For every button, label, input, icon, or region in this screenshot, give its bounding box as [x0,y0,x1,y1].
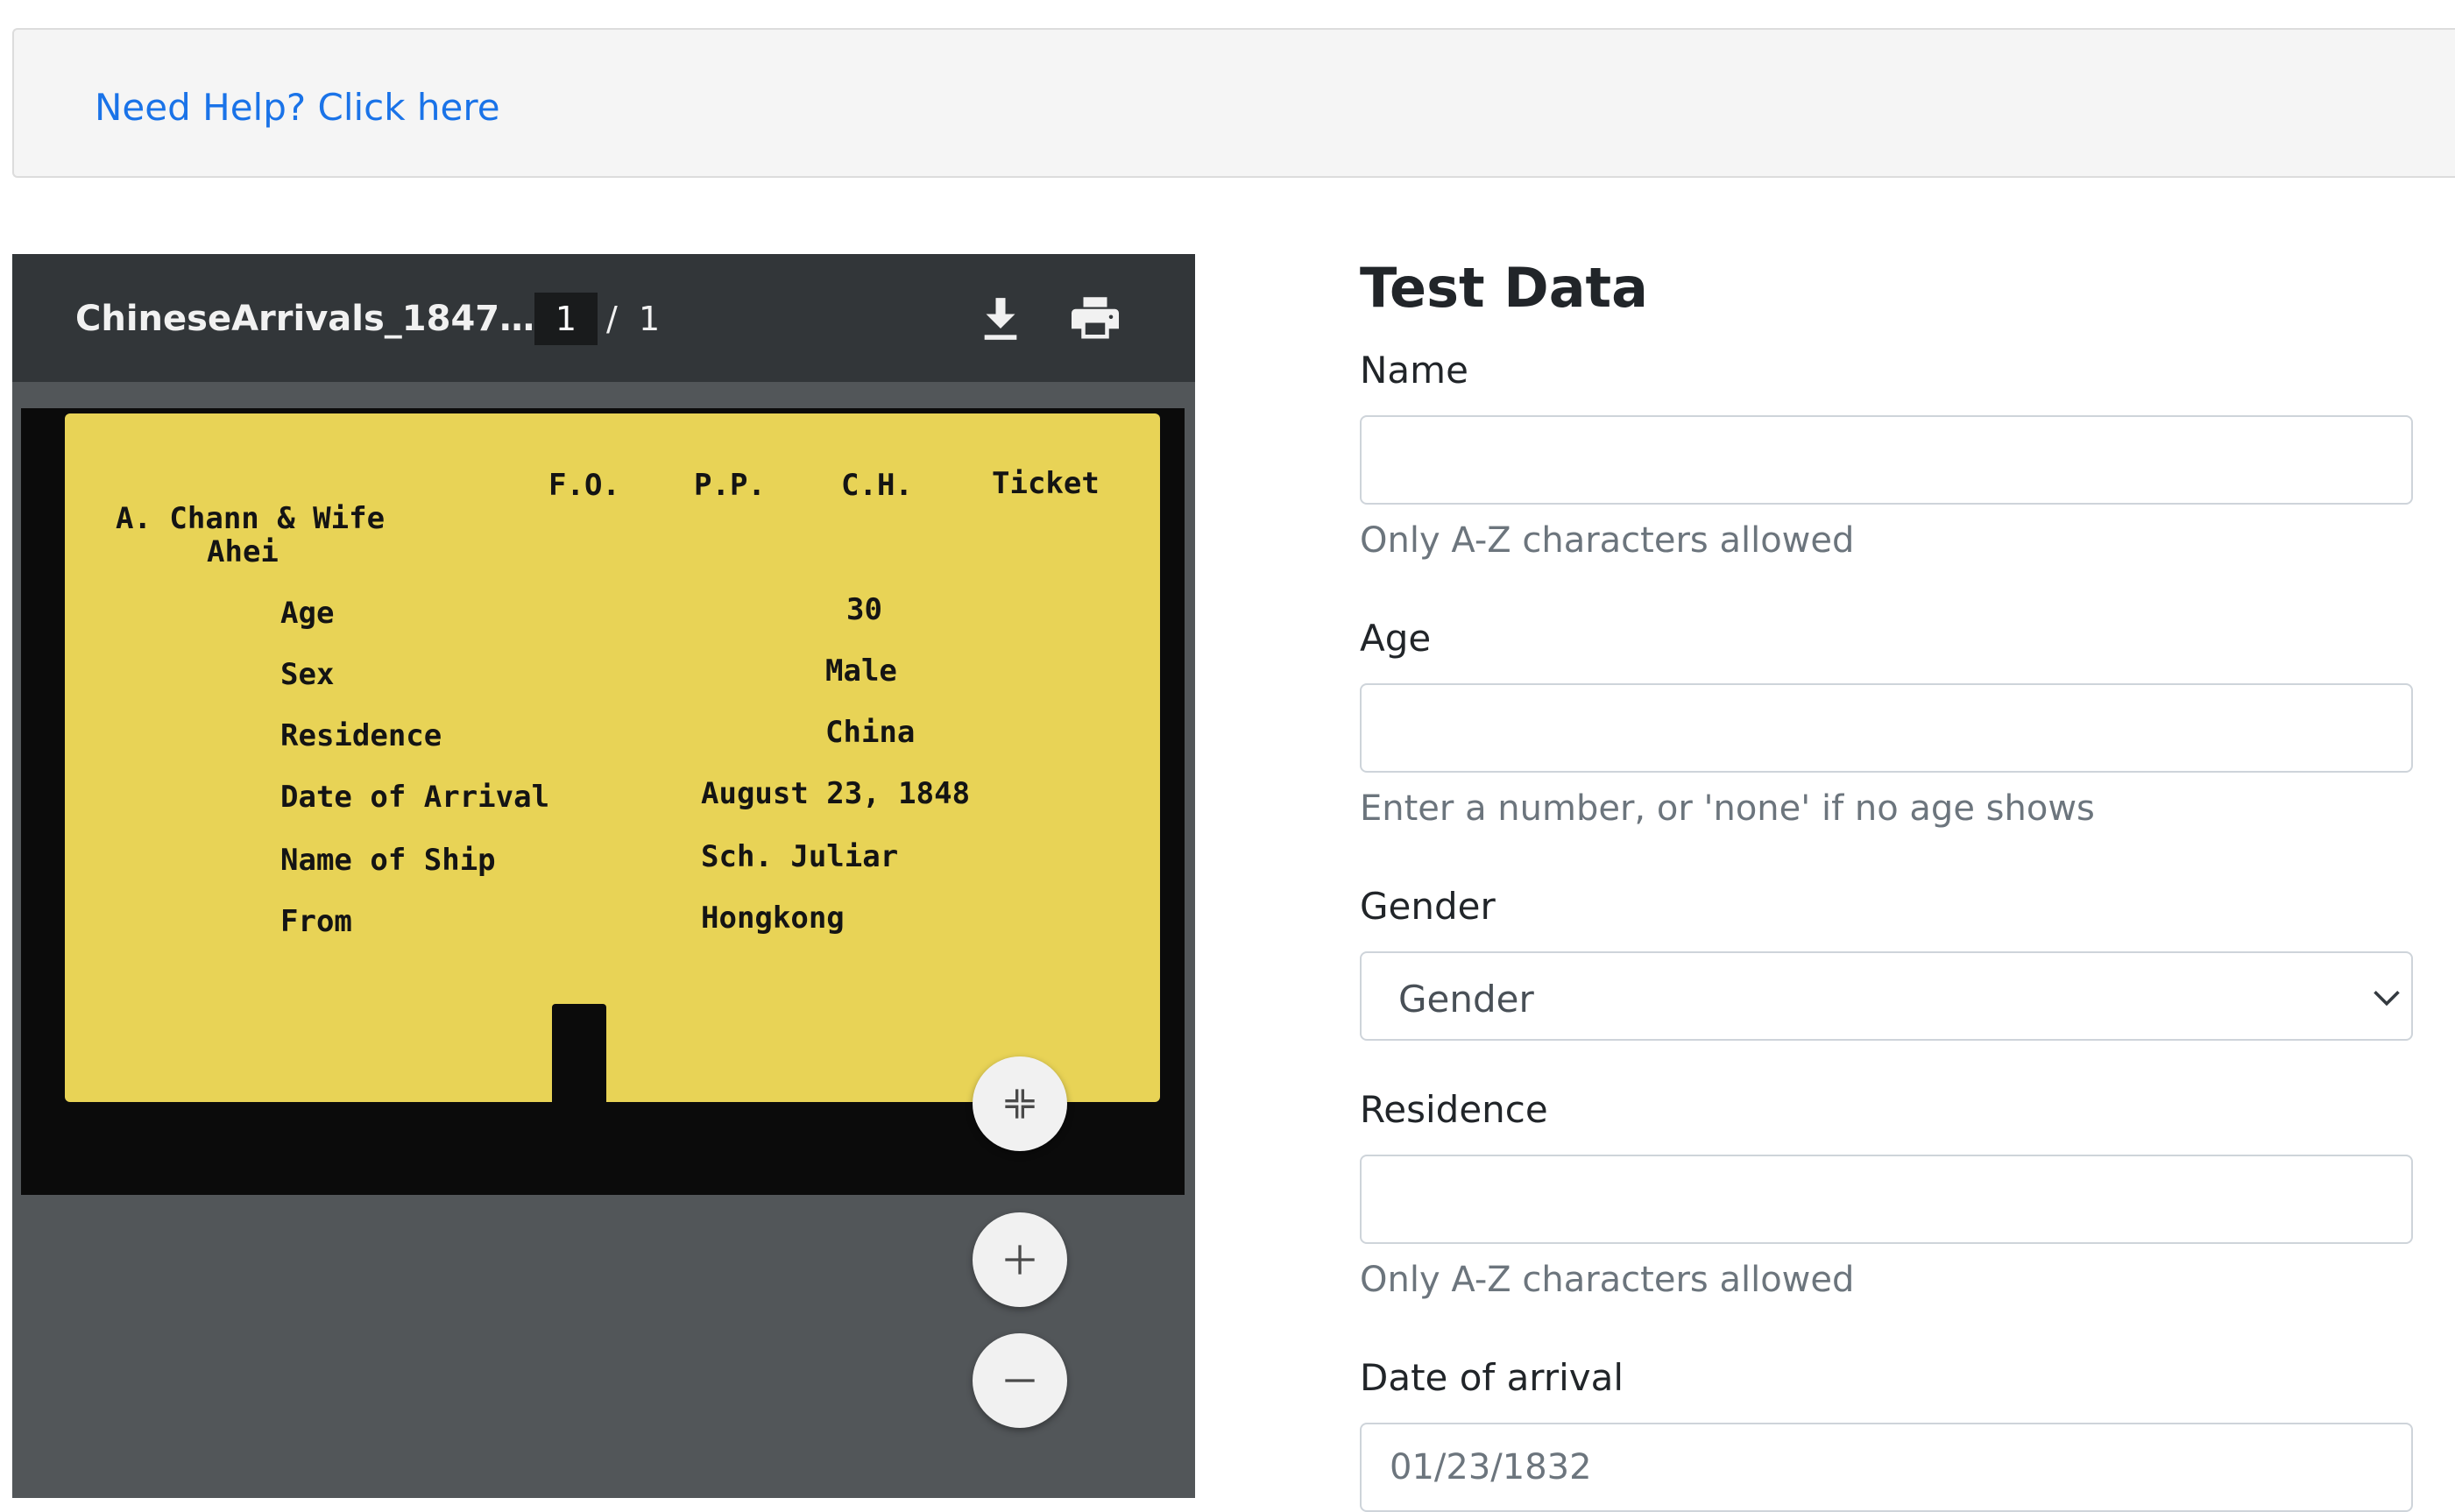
print-button[interactable] [1062,286,1128,352]
fit-to-page-button[interactable] [973,1056,1067,1151]
card-name-line2: Ahei [207,534,279,569]
card-header-ch: C.H. [841,468,913,503]
age-input[interactable] [1360,683,2413,773]
card-notch [552,1004,606,1102]
card-sex-label: Sex [280,657,335,692]
page-separator: / [606,300,618,338]
card-age-label: Age [280,596,335,631]
print-icon [1072,297,1119,339]
card-header-pp: P.P. [694,468,766,503]
name-hint: Only A-Z characters allowed [1360,520,1855,561]
card-arrival-label: Date of Arrival [280,780,550,815]
viewer-toolbar: ChineseArrivals_1847-187… / 1 [12,254,1195,382]
card-ship-label: Name of Ship [280,843,496,878]
total-pages: 1 [638,300,661,338]
name-label: Name [1360,349,1468,392]
pdf-viewer: ChineseArrivals_1847-187… / 1 F.O. P.P. … [12,254,1195,1498]
download-button[interactable] [967,286,1034,352]
card-name-line1: A. Chann & Wife [116,501,386,536]
help-banner: Need Help? Click here [12,28,2455,178]
card-ship-value: Sch. Juliar [701,839,899,874]
plus-icon [1005,1245,1035,1275]
residence-label: Residence [1360,1088,1548,1131]
fit-to-page-icon [1005,1089,1035,1119]
age-label: Age [1360,617,1432,660]
gender-select-value: Gender [1398,978,1534,1021]
form-title: Test Data [1360,256,1649,320]
card-from-value: Hongkong [701,901,845,936]
gender-label: Gender [1360,885,1496,928]
page-number-input[interactable] [534,293,598,345]
card-from-label: From [280,904,352,939]
name-input[interactable] [1360,415,2413,505]
arrival-date-label: Date of arrival [1360,1356,1624,1399]
gender-select[interactable]: Gender [1360,951,2413,1041]
card-arrival-value: August 23, 1848 [701,776,971,811]
document-title: ChineseArrivals_1847-187… [75,299,547,339]
help-link[interactable]: Need Help? Click here [95,86,500,130]
card-header-ticket: Ticket [992,466,1100,501]
card-residence-value: China [825,715,916,750]
page-count: / 1 [606,293,660,345]
zoom-out-button[interactable] [973,1333,1067,1428]
age-hint: Enter a number, or 'none' if no age show… [1360,788,2095,829]
arrival-card-image: F.O. P.P. C.H. Ticket A. Chann & Wife Ah… [65,413,1160,1102]
card-sex-value: Male [825,654,897,689]
chevron-down-icon [2374,990,2400,1007]
card-residence-label: Residence [280,718,442,753]
residence-hint: Only A-Z characters allowed [1360,1260,1855,1300]
card-age-value: 30 [846,592,882,627]
zoom-in-button[interactable] [973,1212,1067,1307]
minus-icon [1005,1379,1035,1382]
residence-input[interactable] [1360,1155,2413,1244]
card-header-fo: F.O. [548,468,620,503]
arrival-date-input[interactable] [1360,1423,2413,1512]
download-icon [984,298,1017,340]
